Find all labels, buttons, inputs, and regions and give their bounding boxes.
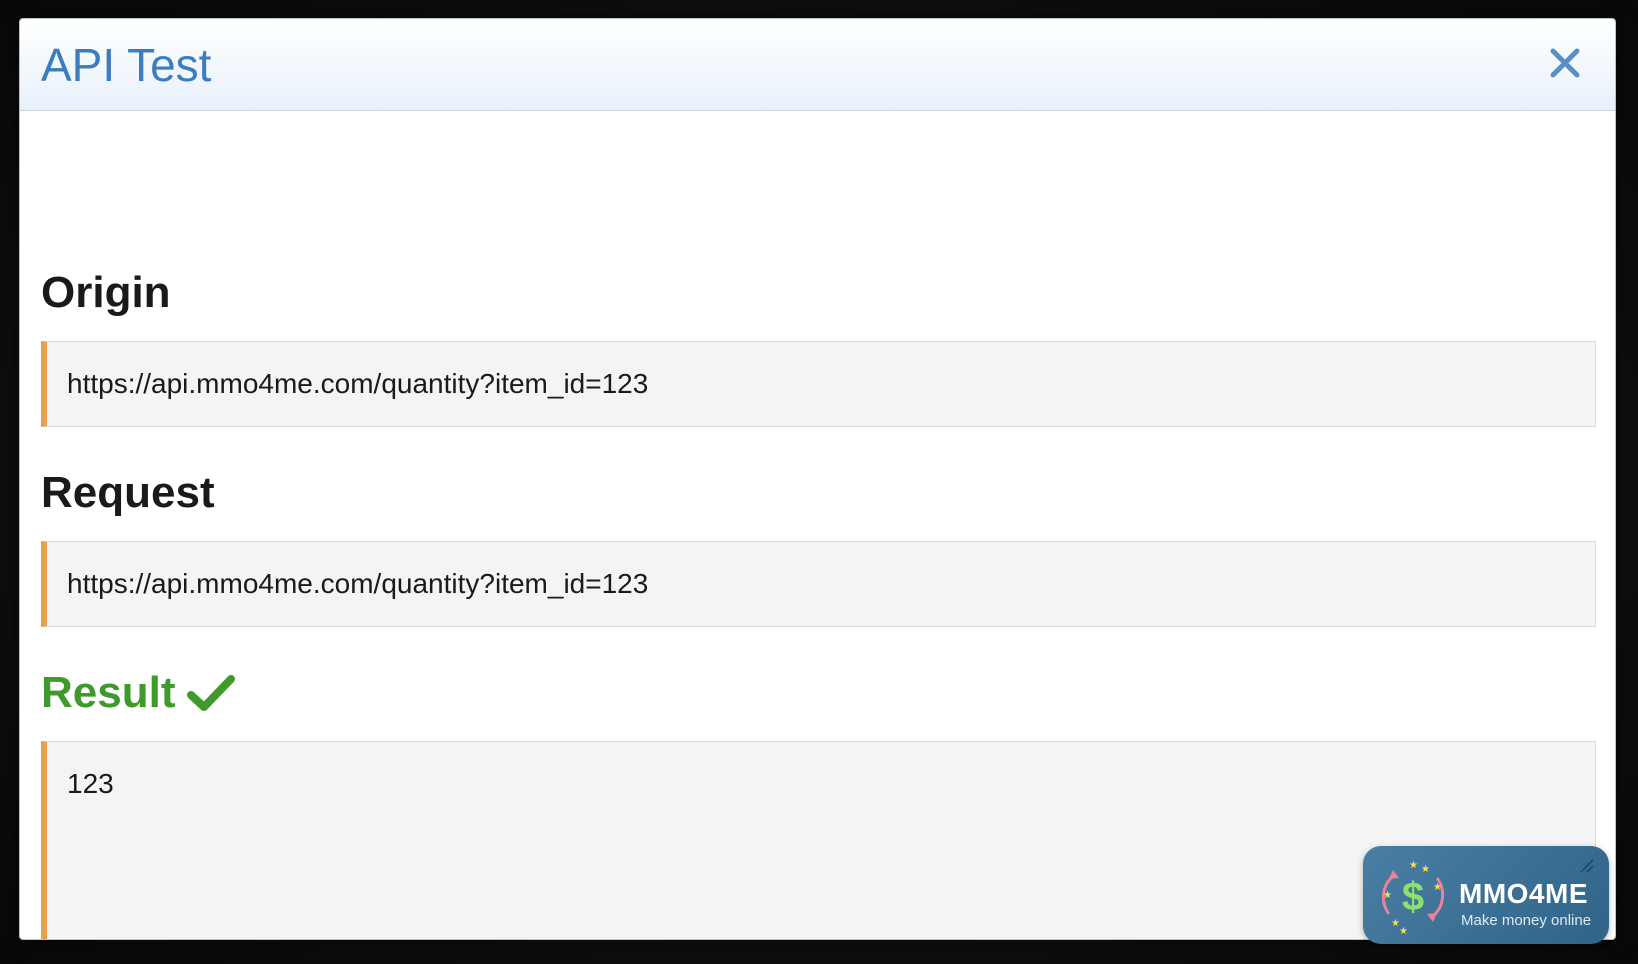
svg-text:★: ★ <box>1383 890 1392 901</box>
result-heading-label: Result <box>41 668 176 717</box>
watermark-brand: MMO4ME <box>1459 878 1588 909</box>
origin-heading: Origin <box>41 268 171 317</box>
checkmark-icon <box>187 675 236 711</box>
api-test-dialog: API Test Origin https://api.mmo4me.com/q… <box>19 18 1616 940</box>
request-heading: Request <box>41 468 215 517</box>
svg-text:$: $ <box>1402 875 1424 919</box>
dollar-coin-logo: $ ★ ★ ★ ★ ★ ★ <box>1381 860 1445 937</box>
svg-text:★: ★ <box>1409 860 1418 871</box>
mmo4me-watermark: $ ★ ★ ★ ★ ★ ★ MMO4ME Make money online <box>1363 846 1609 944</box>
resize-grip-icon <box>1580 859 1594 873</box>
close-icon <box>1550 48 1580 78</box>
dialog-title: API Test <box>41 39 212 91</box>
dialog-header: API Test <box>20 19 1615 111</box>
request-url-box: https://api.mmo4me.com/quantity?item_id=… <box>41 541 1596 627</box>
result-heading: Result <box>41 667 236 719</box>
svg-text:★: ★ <box>1399 926 1408 937</box>
watermark-tagline: Make money online <box>1461 912 1592 929</box>
origin-url-box: https://api.mmo4me.com/quantity?item_id=… <box>41 341 1596 427</box>
svg-text:★: ★ <box>1421 864 1430 875</box>
svg-text:★: ★ <box>1433 882 1442 893</box>
close-button[interactable] <box>1545 43 1585 83</box>
